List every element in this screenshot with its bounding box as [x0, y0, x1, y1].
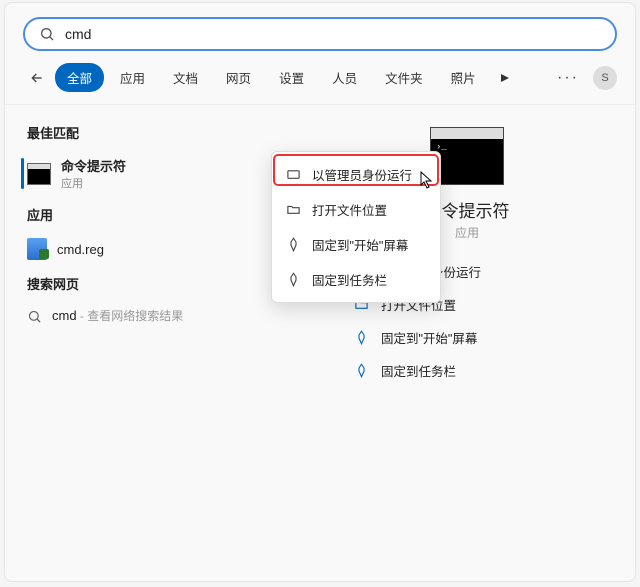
- tab-web[interactable]: 网页: [214, 63, 263, 92]
- app-result-item[interactable]: cmd.reg: [21, 230, 307, 268]
- action-pin-taskbar[interactable]: 固定到任务栏: [349, 354, 611, 387]
- user-avatar[interactable]: S: [593, 66, 617, 90]
- tab-people[interactable]: 人员: [320, 63, 369, 92]
- ctx-run-admin[interactable]: 以管理员身份运行: [277, 157, 435, 192]
- best-match-item[interactable]: 命令提示符 应用: [21, 148, 307, 199]
- cursor-icon: [420, 171, 434, 194]
- tab-all[interactable]: 全部: [55, 63, 104, 92]
- pin-icon: [286, 272, 301, 287]
- preview-sub: 应用: [455, 224, 479, 241]
- app-result-title: cmd.reg: [57, 242, 104, 257]
- preview-app-icon: [430, 127, 504, 185]
- web-term: cmd: [52, 308, 77, 323]
- web-result-item[interactable]: cmd - 查看网络搜索结果: [21, 299, 307, 333]
- ctx-pin-taskbar[interactable]: 固定到任务栏: [277, 262, 435, 297]
- overflow-button[interactable]: ···: [555, 65, 581, 91]
- tab-folders[interactable]: 文件夹: [373, 63, 435, 92]
- web-desc: - 查看网络搜索结果: [77, 309, 184, 323]
- context-menu: 以管理员身份运行 打开文件位置 固定到"开始"屏幕 固定到任务栏: [271, 151, 441, 303]
- ctx-open-location[interactable]: 打开文件位置: [277, 192, 435, 227]
- ctx-pin-start[interactable]: 固定到"开始"屏幕: [277, 227, 435, 262]
- search-window: cmd 全部 应用 文档 网页 设置 人员 文件夹 照片 ··· S 最佳匹配 …: [4, 2, 636, 582]
- best-match-sub: 应用: [61, 175, 126, 191]
- web-header: 搜索网页: [21, 268, 307, 299]
- shield-icon: [286, 167, 301, 182]
- best-match-header: 最佳匹配: [21, 117, 307, 148]
- apps-header: 应用: [21, 199, 307, 230]
- tabs-row: 全部 应用 文档 网页 设置 人员 文件夹 照片 ··· S: [5, 63, 635, 104]
- tab-photos[interactable]: 照片: [439, 63, 488, 92]
- results-column: 最佳匹配 命令提示符 应用 应用 cmd.reg 搜索网页 cmd - 查看网络…: [21, 105, 307, 387]
- cmd-icon: [27, 163, 51, 185]
- search-query: cmd: [65, 26, 601, 42]
- more-tabs-button[interactable]: [492, 65, 518, 91]
- best-match-title: 命令提示符: [61, 156, 126, 175]
- pin-icon: [353, 363, 369, 379]
- tab-settings[interactable]: 设置: [267, 63, 316, 92]
- pin-icon: [353, 330, 369, 346]
- tab-documents[interactable]: 文档: [161, 63, 210, 92]
- back-button[interactable]: [23, 64, 51, 92]
- pin-icon: [286, 237, 301, 252]
- search-input[interactable]: cmd: [23, 17, 617, 51]
- tab-apps[interactable]: 应用: [108, 63, 157, 92]
- folder-icon: [286, 202, 301, 217]
- search-icon: [27, 309, 42, 324]
- action-pin-start[interactable]: 固定到"开始"屏幕: [349, 321, 611, 354]
- search-icon: [39, 26, 55, 42]
- reg-file-icon: [27, 238, 47, 260]
